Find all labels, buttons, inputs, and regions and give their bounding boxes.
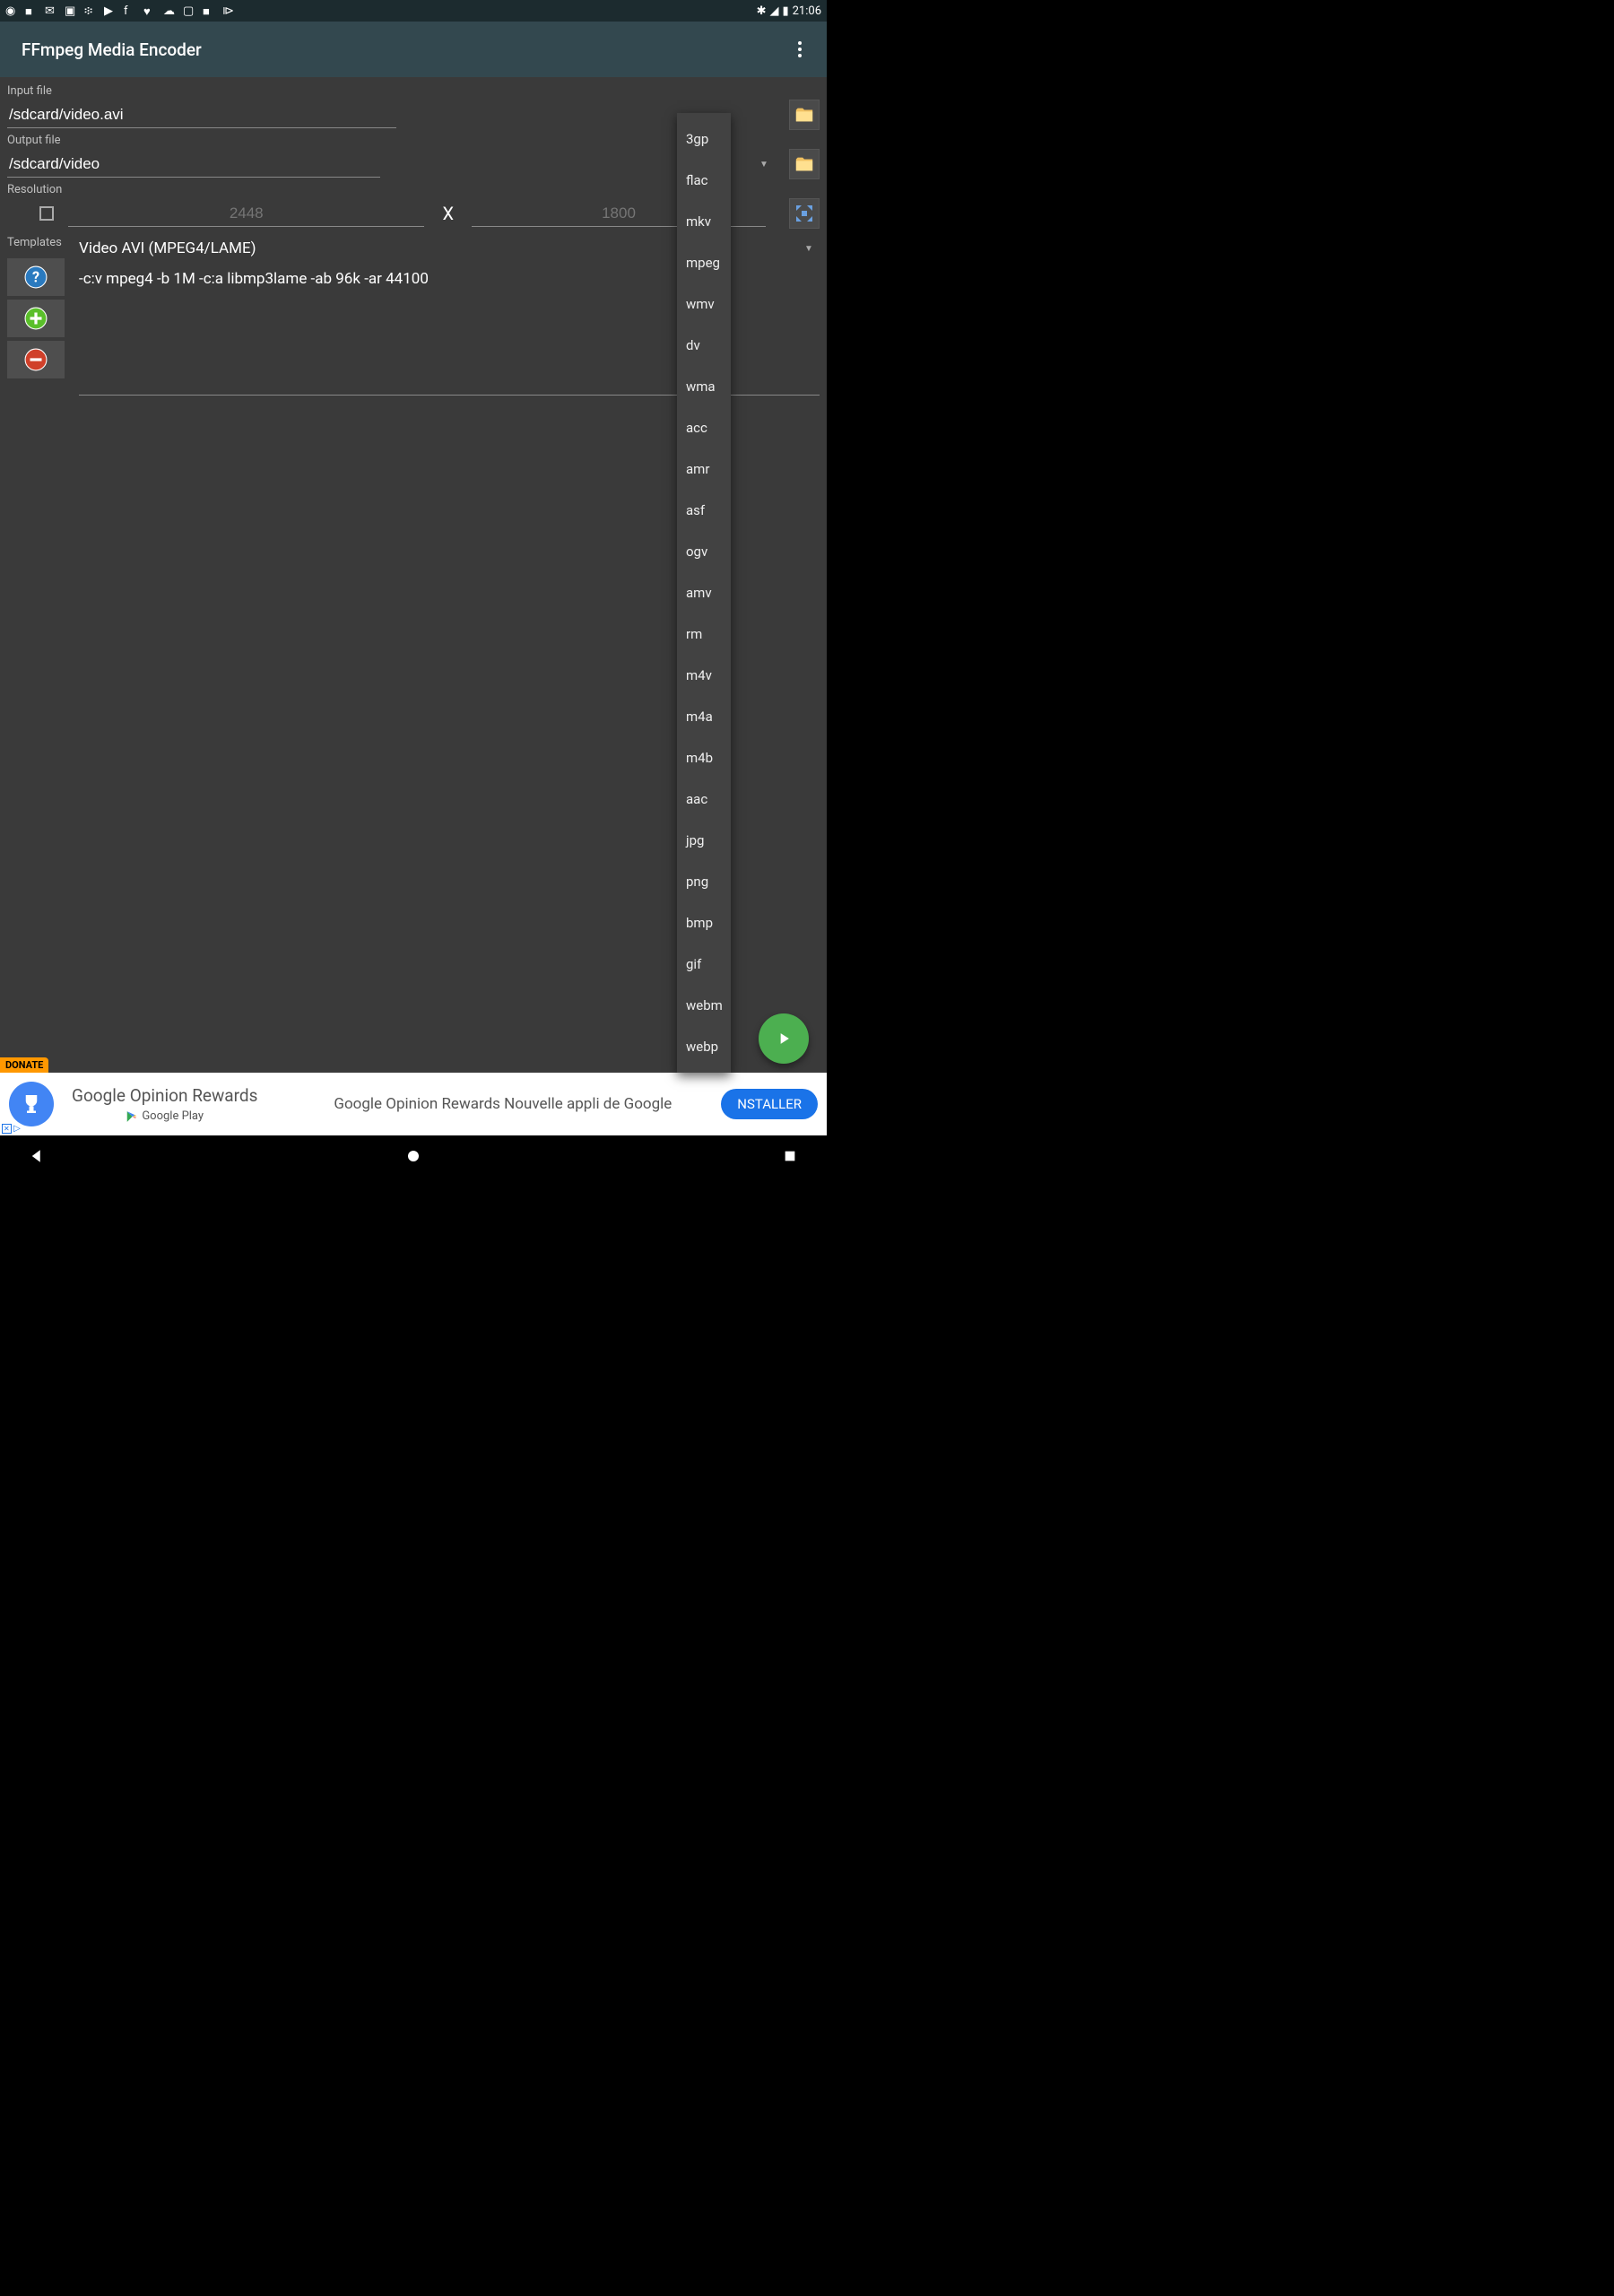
gmail-icon: ✉ — [45, 4, 57, 17]
ad-title: Google Opinion Rewards — [72, 1085, 257, 1106]
dots-icon: ፨ — [84, 4, 97, 17]
status-bar: ◉ ■ ✉ ▣ ፨ ▶ f ♥ ☁ ▢ ■ ⧐ ✱ ◢ ▮ 21:06 — [0, 0, 827, 22]
ad-store: Google Play — [126, 1109, 204, 1123]
trophy-icon — [18, 1091, 45, 1118]
donate-button[interactable]: DONATE — [0, 1057, 48, 1073]
format-option-rm[interactable]: rm — [677, 613, 731, 655]
output-format-dropdown-arrow[interactable]: ▼ — [757, 160, 771, 170]
status-right-icons: ✱ ◢ ▮ 21:06 — [757, 4, 821, 18]
output-file-field[interactable] — [7, 152, 380, 178]
format-dropdown-popup[interactable]: 3gpflacmkvmpegwmvdvwmaaccamrasfogvamvrmm… — [677, 113, 731, 1073]
resolution-width-field[interactable] — [68, 201, 424, 227]
bluetooth-icon: ✱ — [757, 4, 767, 18]
format-option-wma[interactable]: wma — [677, 366, 731, 407]
folder-icon — [792, 105, 817, 125]
format-option-m4a[interactable]: m4a — [677, 696, 731, 737]
ad-left: Google Opinion Rewards Google Play — [72, 1085, 257, 1123]
run-button[interactable] — [759, 1013, 809, 1064]
templates-label: Templates — [7, 236, 74, 249]
ad-install-button[interactable]: NSTALLER — [721, 1089, 818, 1119]
browse-input-button[interactable] — [789, 100, 820, 130]
more-menu-button[interactable] — [789, 39, 811, 60]
home-icon — [405, 1148, 421, 1164]
format-option-mkv[interactable]: mkv — [677, 201, 731, 242]
format-option-m4v[interactable]: m4v — [677, 655, 731, 696]
square2-icon: ▢ — [183, 4, 195, 17]
recents-icon — [783, 1149, 797, 1163]
format-option-bmp[interactable]: bmp — [677, 902, 731, 944]
help-icon: ? — [24, 265, 48, 289]
play-icon — [775, 1030, 793, 1048]
format-option-aac[interactable]: aac — [677, 778, 731, 820]
square-icon: ■ — [25, 4, 38, 17]
format-option-acc[interactable]: acc — [677, 407, 731, 448]
recents-button[interactable] — [780, 1146, 800, 1166]
resolution-detect-button[interactable] — [789, 198, 820, 229]
format-option-webm[interactable]: webm — [677, 985, 731, 1026]
cloud-icon: ☁ — [163, 4, 176, 17]
image-icon: ▣ — [65, 4, 77, 17]
expand-icon — [794, 203, 815, 224]
square3-icon: ■ — [203, 4, 215, 17]
format-option-ogv[interactable]: ogv — [677, 531, 731, 572]
status-left-icons: ◉ ■ ✉ ▣ ፨ ▶ f ♥ ☁ ▢ ■ ⧐ — [5, 4, 235, 17]
resolution-checkbox[interactable] — [39, 206, 54, 221]
template-help-button[interactable]: ? — [7, 258, 65, 296]
minus-icon — [24, 348, 48, 371]
ad-choices-icon[interactable]: ✕ ▷ — [2, 1124, 21, 1134]
app-bar: FFmpeg Media Encoder — [0, 22, 827, 77]
browse-output-button[interactable] — [789, 149, 820, 179]
folder-icon — [792, 154, 817, 174]
sync-icon: ◉ — [5, 4, 18, 17]
back-button[interactable] — [27, 1146, 47, 1166]
play-store-icon — [126, 1110, 138, 1123]
format-option-flac[interactable]: flac — [677, 160, 731, 201]
format-option-asf[interactable]: asf — [677, 490, 731, 531]
input-file-label: Input file — [7, 84, 820, 98]
format-option-3gp[interactable]: 3gp — [677, 118, 731, 160]
heart-icon: ♥ — [143, 4, 156, 17]
ad-description: Google Opinion Rewards Nouvelle appli de… — [284, 1095, 721, 1113]
template-dropdown-arrow[interactable]: ▼ — [802, 244, 816, 254]
template-add-button[interactable] — [7, 300, 65, 337]
format-option-wmv[interactable]: wmv — [677, 283, 731, 325]
wifi-icon: ◢ — [769, 4, 778, 18]
back-icon — [29, 1148, 45, 1164]
ad-app-icon — [9, 1082, 54, 1126]
status-time: 21:06 — [793, 4, 821, 18]
resolution-separator: X — [430, 203, 466, 224]
format-option-amr[interactable]: amr — [677, 448, 731, 490]
home-button[interactable] — [404, 1146, 423, 1166]
format-option-gif[interactable]: gif — [677, 944, 731, 985]
format-option-webp[interactable]: webp — [677, 1026, 731, 1067]
facebook-icon: f — [124, 4, 136, 17]
ad-banner[interactable]: Google Opinion Rewards Google Play Googl… — [0, 1073, 827, 1135]
format-option-jpg[interactable]: jpg — [677, 820, 731, 861]
plus-icon — [24, 307, 48, 330]
format-option-dv[interactable]: dv — [677, 325, 731, 366]
format-option-amv[interactable]: amv — [677, 572, 731, 613]
svg-text:?: ? — [32, 268, 39, 285]
format-option-mpeg[interactable]: mpeg — [677, 242, 731, 283]
app-title: FFmpeg Media Encoder — [22, 39, 202, 60]
format-option-m4b[interactable]: m4b — [677, 737, 731, 778]
check-icon: ⧐ — [222, 4, 235, 17]
youtube-icon: ▶ — [104, 4, 117, 17]
template-remove-button[interactable] — [7, 341, 65, 378]
format-option-png[interactable]: png — [677, 861, 731, 902]
system-nav-bar — [0, 1135, 827, 1177]
input-file-field[interactable] — [7, 102, 396, 128]
battery-icon: ▮ — [782, 4, 788, 18]
